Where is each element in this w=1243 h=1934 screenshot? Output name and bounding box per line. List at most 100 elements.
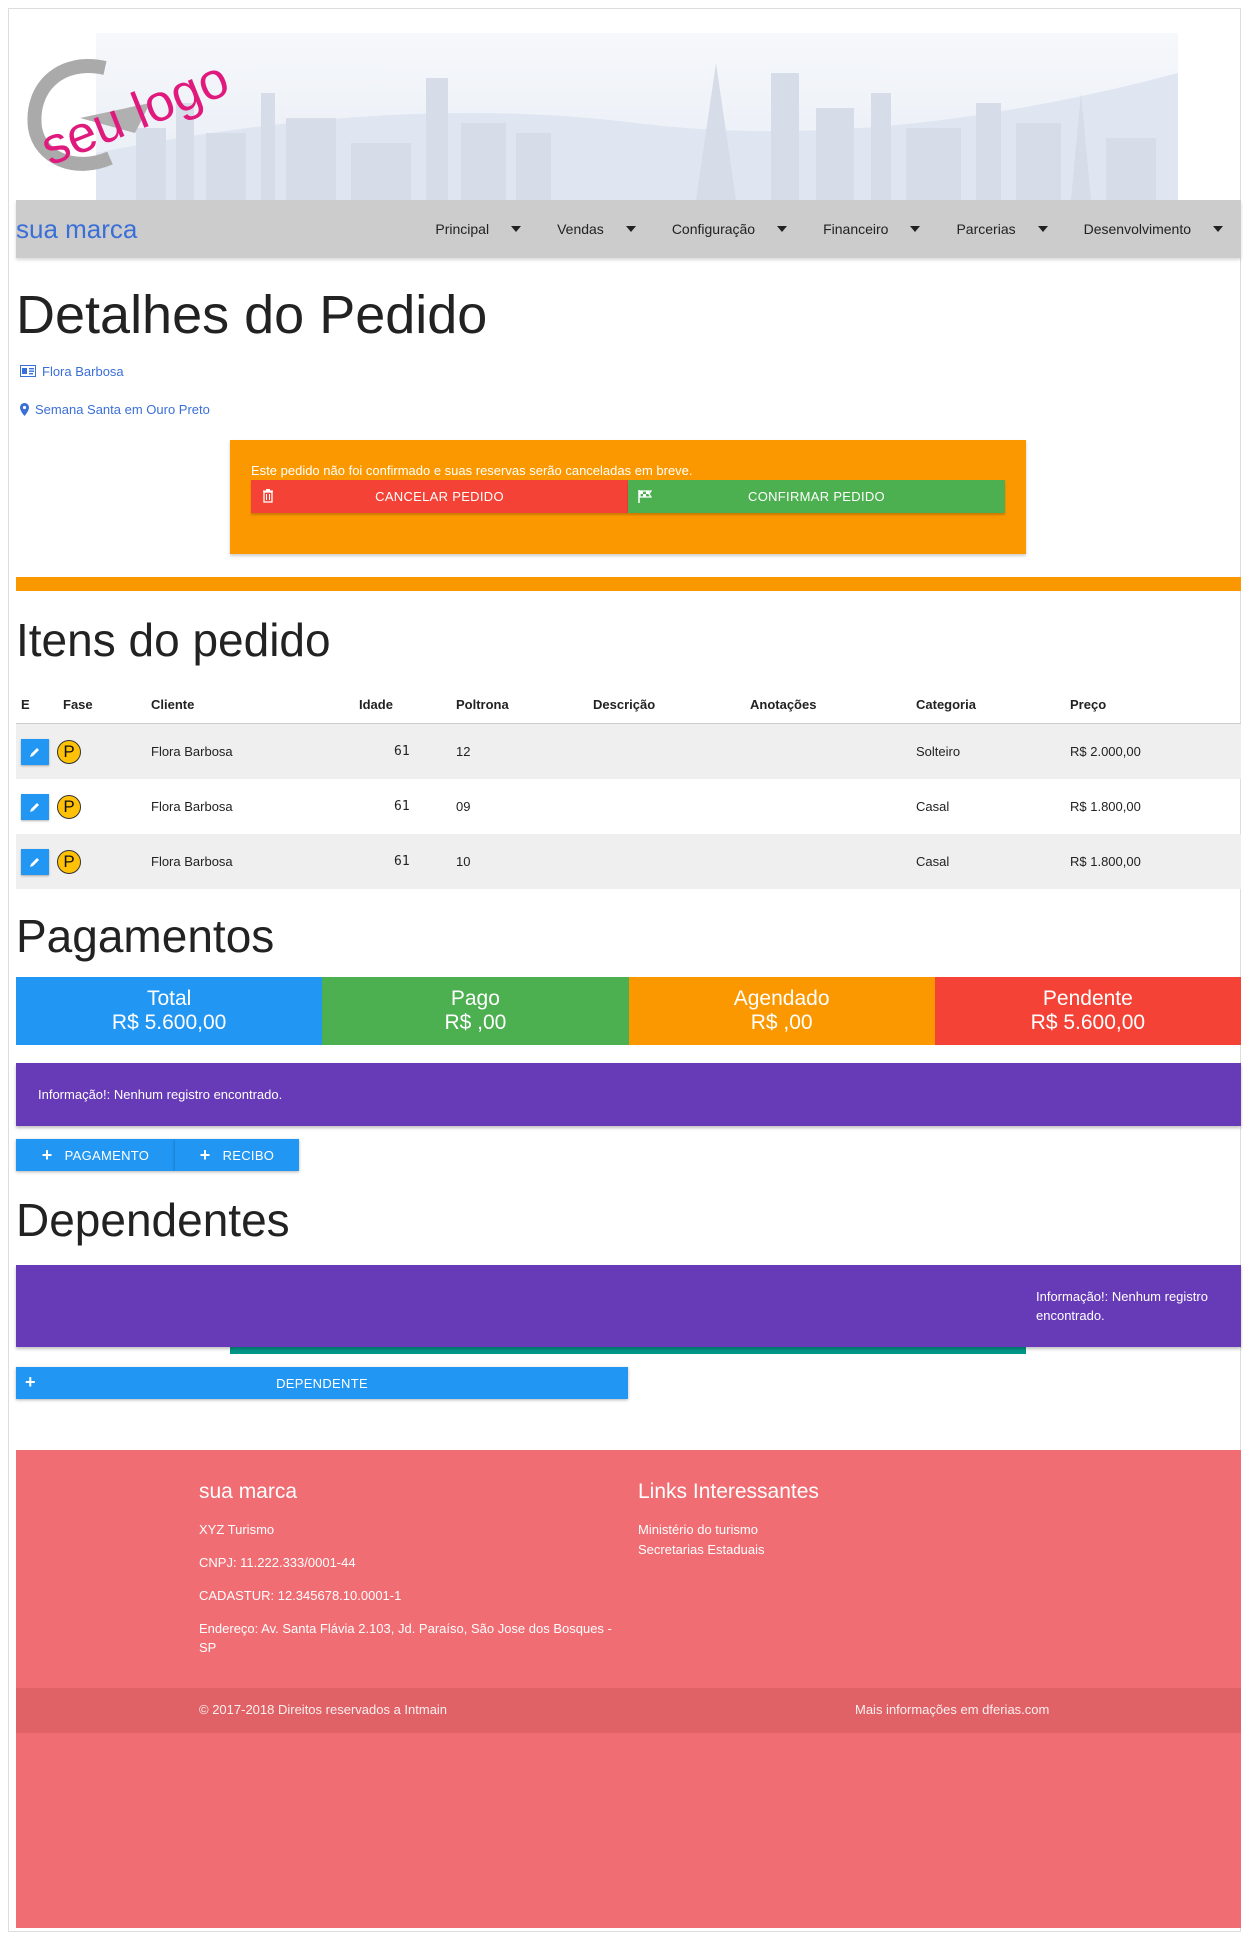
plus-icon: + <box>199 1144 211 1165</box>
cell-cliente: Flora Barbosa <box>151 799 233 814</box>
cell-poltrona: 09 <box>456 799 471 814</box>
footer-cnpj: CNPJ: 11.222.333/0001-44 <box>199 1555 356 1570</box>
phase-badge: P <box>57 739 81 764</box>
caret-down-icon <box>777 226 788 232</box>
cell-anotacoes <box>745 723 911 779</box>
cell-descricao <box>588 723 745 779</box>
edit-button[interactable] <box>21 793 49 820</box>
cell-categoria: Casal <box>916 799 950 814</box>
cell-preco: R$ 1.800,00 <box>1070 799 1141 814</box>
footer-brand: sua marca <box>199 1480 298 1503</box>
unconfirmed-order-alert: Este pedido não foi confirmado e suas re… <box>230 440 1026 554</box>
trip-link[interactable]: Semana Santa em Ouro Preto <box>20 401 1241 417</box>
table-row: P Flora Barbosa 61 12 Solteiro R$ 2.000,… <box>16 723 1241 779</box>
add-receipt-button[interactable]: + RECIBO <box>175 1139 299 1171</box>
col-categoria: Categoria <box>911 681 1065 724</box>
cell-cliente: Flora Barbosa <box>146 723 354 779</box>
client-link[interactable]: Flora Barbosa <box>20 363 1241 379</box>
caret-down-icon <box>1037 226 1048 232</box>
cell-preco: R$ 2.000,00 <box>1065 723 1241 779</box>
payment-actions: + PAGAMENTO + RECIBO <box>16 1139 1241 1171</box>
cell-idade: 61 <box>354 834 451 889</box>
id-card-icon <box>20 365 36 377</box>
pending-box: Pendente R$ 5.600,00 <box>934 977 1241 1045</box>
nav-item-desenvolvimento[interactable]: Desenvolvimento <box>1066 221 1241 237</box>
footer-links: Links Interessantes Ministério do turism… <box>638 1480 1038 1560</box>
alert-text: Este pedido não foi confirmado e suas re… <box>251 463 693 478</box>
more-info-link[interactable]: Mais informações em dferias.com <box>855 1702 1049 1717</box>
col-poltrona: Poltrona <box>451 681 588 724</box>
client-name: Flora Barbosa <box>42 363 124 379</box>
caret-down-icon <box>910 226 921 232</box>
phase-badge: P <box>57 794 81 819</box>
confirm-order-button[interactable]: CONFIRMAR PEDIDO <box>628 480 1005 513</box>
dependents-heading: Dependentes <box>16 1194 290 1246</box>
logo[interactable]: seu logo <box>20 48 280 188</box>
brand-link[interactable]: sua marca <box>16 214 137 245</box>
table-row: P Flora Barbosa 61 10 Casal R$ 1.800,00 <box>16 834 1241 889</box>
footer-address: Endereço: Av. Santa Flávia 2.103, Jd. Pa… <box>199 1621 612 1655</box>
col-anotacoes: Anotações <box>745 681 911 724</box>
cell-idade: 61 <box>394 799 410 814</box>
payments-heading: Pagamentos <box>16 910 275 962</box>
cell-preco: R$ 1.800,00 <box>1065 834 1241 889</box>
col-descricao: Descrição <box>588 681 745 724</box>
col-cliente: Cliente <box>146 681 354 724</box>
status-bar <box>16 577 1241 591</box>
nav-item-vendas[interactable]: Vendas <box>539 221 654 237</box>
copyright: © 2017-2018 Direitos reservados a Intmai… <box>199 1702 448 1717</box>
nav-item-financeiro[interactable]: Financeiro <box>805 221 938 237</box>
cell-cliente: Flora Barbosa <box>146 834 354 889</box>
edit-button[interactable] <box>21 738 49 765</box>
add-payment-button[interactable]: + PAGAMENTO <box>16 1139 175 1171</box>
cell-poltrona: 12 <box>451 723 588 779</box>
col-idade: Idade <box>354 681 451 724</box>
caret-down-icon <box>1213 226 1223 232</box>
cell-anotacoes <box>745 834 911 889</box>
nav-item-principal[interactable]: Principal <box>417 221 539 237</box>
plus-icon: + <box>41 1144 53 1165</box>
alert-actions: CANCELAR PEDIDO CONFIRMAR PEDIDO <box>251 480 1005 513</box>
col-fase: Fase <box>58 681 146 724</box>
nav-item-parcerias[interactable]: Parcerias <box>938 221 1065 237</box>
table-header: E Fase Cliente Idade Poltrona Descrição … <box>16 681 1241 724</box>
cell-categoria: Casal <box>911 834 1065 889</box>
plus-icon: + <box>25 1372 36 1392</box>
col-e: E <box>16 681 58 724</box>
footer-link-secretarias[interactable]: Secretarias Estaduais <box>638 1540 1038 1560</box>
pencil-icon <box>30 857 39 867</box>
cell-descricao <box>588 779 745 834</box>
footer-links-title: Links Interessantes <box>638 1480 819 1503</box>
table-row: P Flora Barbosa 61 09 Casal R$ 1.800,00 <box>16 779 1241 834</box>
items-table: E Fase Cliente Idade Poltrona Descrição … <box>16 681 1241 889</box>
pencil-icon <box>30 802 39 812</box>
dependents-empty-info: Informação!: Nenhum registro encontrado. <box>16 1265 1241 1347</box>
scheduled-box: Agendado R$ ,00 <box>628 977 935 1045</box>
checkered-flag-icon <box>638 490 652 503</box>
page: seu logo sua marca Principal Vendas Conf… <box>0 0 1243 1934</box>
cell-descricao <box>588 834 745 889</box>
total-box: Total R$ 5.600,00 <box>16 977 323 1045</box>
footer: sua marca XYZ Turismo CNPJ: 11.222.333/0… <box>16 1450 1241 1928</box>
payments-empty-info: Informação!: Nenhum registro encontrado. <box>16 1063 1241 1126</box>
footer-bottom-bar: © 2017-2018 Direitos reservados a Intmai… <box>16 1688 1241 1733</box>
nav-item-configuracao[interactable]: Configuração <box>654 221 805 237</box>
cell-categoria: Solteiro <box>911 723 1065 779</box>
caret-down-icon <box>625 226 636 232</box>
map-marker-icon <box>20 402 29 416</box>
caret-down-icon <box>511 226 522 232</box>
nav-menu: Principal Vendas Configuração Financeiro… <box>417 221 1241 237</box>
cell-poltrona: 10 <box>451 834 588 889</box>
edit-button[interactable] <box>21 848 49 875</box>
dependents-info-text: Informação!: Nenhum registro encontrado. <box>1036 1289 1208 1323</box>
footer-link-ministerio[interactable]: Ministério do turismo <box>638 1520 1038 1540</box>
cancel-order-button[interactable]: CANCELAR PEDIDO <box>251 480 628 513</box>
navbar: sua marca Principal Vendas Configuração … <box>16 200 1241 258</box>
add-dependent-button[interactable]: + DEPENDENTE <box>16 1367 628 1399</box>
pencil-icon <box>30 747 39 757</box>
trip-name: Semana Santa em Ouro Preto <box>35 401 210 417</box>
footer-company: sua marca XYZ Turismo CNPJ: 11.222.333/0… <box>199 1480 619 1671</box>
teal-strip <box>230 1347 1026 1354</box>
footer-company-name: XYZ Turismo <box>199 1522 275 1537</box>
cell-idade: 61 <box>354 723 451 779</box>
